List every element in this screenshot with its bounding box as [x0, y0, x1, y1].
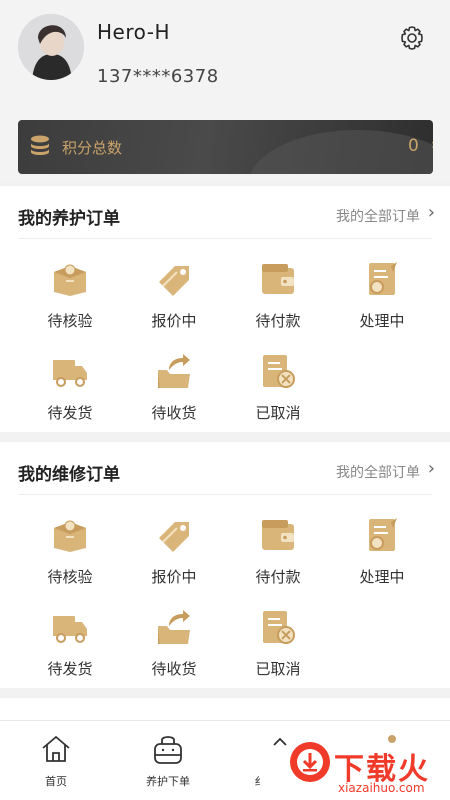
maintenance-pending-shipment[interactable]: 待发货	[18, 352, 122, 424]
maintenance-pending-receipt[interactable]: 待收货	[122, 352, 226, 424]
maintenance-processing[interactable]: 处理中	[330, 260, 434, 332]
username: Hero-H	[97, 20, 170, 44]
chevron-right-icon: ›	[431, 137, 433, 153]
item-label: 待收货	[151, 660, 197, 678]
repair-quoting[interactable]: 报价中	[122, 516, 226, 588]
tab-label: 首页	[45, 775, 67, 788]
price-tag-icon	[155, 260, 193, 298]
settings-gear-icon[interactable]	[398, 24, 426, 52]
item-label: 待付款	[255, 568, 301, 586]
repair-pending-payment[interactable]: 待付款	[226, 516, 330, 588]
divider	[18, 494, 432, 495]
repair-orders-card: 我的维修订单 我的全部订单 › 待核验 报价中 待付款 处理中 待发货 待收货 …	[0, 442, 450, 688]
receive-folder-icon	[155, 608, 193, 646]
repair-pending-shipment[interactable]: 待发货	[18, 608, 122, 680]
receive-folder-icon	[155, 352, 193, 390]
points-label: 积分总数	[62, 139, 123, 157]
item-label: 报价中	[151, 312, 197, 330]
item-label: 已取消	[255, 660, 301, 678]
repair-all-orders-link[interactable]: 我的全部订单	[336, 462, 420, 482]
cancelled-doc-icon	[259, 608, 297, 646]
profile-header: Hero-H 137****6378 积分总数 0 ›	[0, 0, 450, 178]
item-label: 待付款	[255, 312, 301, 330]
repair-pending-verify[interactable]: 待核验	[18, 516, 122, 588]
watermark-download-icon	[290, 742, 330, 782]
repair-cancelled[interactable]: 已取消	[226, 608, 330, 680]
repair-orders-title: 我的维修订单	[18, 465, 120, 485]
watermark-url: xiazaihuo.com	[338, 781, 425, 795]
maintenance-quoting[interactable]: 报价中	[122, 260, 226, 332]
chevron-right-icon[interactable]: ›	[428, 458, 435, 479]
processing-doc-icon	[363, 516, 401, 554]
chevron-right-icon[interactable]: ›	[428, 202, 435, 223]
points-value: 0	[408, 136, 419, 156]
item-label: 处理中	[359, 568, 405, 586]
item-label: 处理中	[359, 312, 405, 330]
item-label: 已取消	[255, 404, 301, 422]
maintenance-pending-payment[interactable]: 待付款	[226, 260, 330, 332]
bag-icon	[152, 733, 184, 765]
item-label: 待收货	[151, 404, 197, 422]
item-label: 待核验	[47, 568, 93, 586]
item-label: 报价中	[151, 568, 197, 586]
phone-number: 137****6378	[97, 66, 219, 87]
divider	[18, 238, 432, 239]
home-icon	[40, 733, 72, 765]
repair-pending-receipt[interactable]: 待收货	[122, 608, 226, 680]
item-label: 待发货	[47, 404, 93, 422]
maintenance-pending-verify[interactable]: 待核验	[18, 260, 122, 332]
maintenance-all-orders-link[interactable]: 我的全部订单	[336, 206, 420, 226]
box-verify-icon	[51, 260, 89, 298]
maintenance-orders-card: 我的养护订单 我的全部订单 › 待核验 报价中 待付款 处理中 待发货 待收货 …	[0, 186, 450, 432]
item-label: 待发货	[47, 660, 93, 678]
points-card[interactable]: 积分总数 0 ›	[18, 120, 433, 174]
repair-processing[interactable]: 处理中	[330, 516, 434, 588]
coins-icon	[29, 134, 51, 158]
truck-icon	[51, 352, 89, 390]
processing-doc-icon	[363, 260, 401, 298]
truck-icon	[51, 608, 89, 646]
maintenance-cancelled[interactable]: 已取消	[226, 352, 330, 424]
wallet-icon	[259, 260, 297, 298]
wallet-icon	[259, 516, 297, 554]
avatar[interactable]	[18, 14, 84, 80]
price-tag-icon	[155, 516, 193, 554]
cancelled-doc-icon	[259, 352, 297, 390]
box-verify-icon	[51, 516, 89, 554]
points-card-glow	[248, 130, 433, 174]
tab-home[interactable]: 首页	[0, 721, 112, 800]
item-label: 待核验	[47, 312, 93, 330]
maintenance-orders-title: 我的养护订单	[18, 209, 120, 229]
